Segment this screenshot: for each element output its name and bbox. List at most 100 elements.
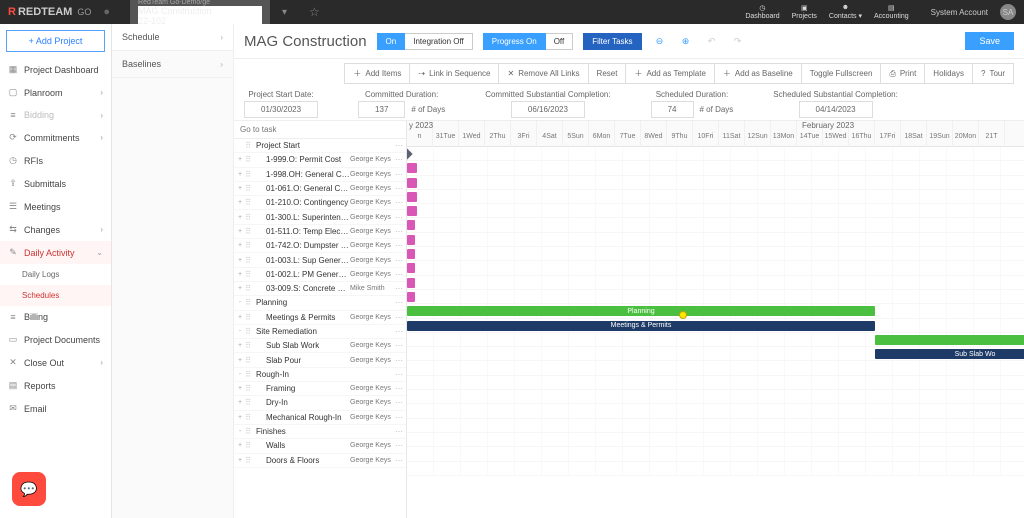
expand-icon[interactable]: + [236, 271, 244, 278]
drag-icon[interactable]: ⠿ [244, 241, 252, 250]
more-icon[interactable]: ⋯ [394, 356, 404, 365]
more-icon[interactable]: ⋯ [394, 213, 404, 222]
task-row[interactable]: -⠿Planning⋯ [234, 296, 406, 310]
task-row[interactable]: ⠿Project Start⋯ [234, 139, 406, 153]
expand-icon[interactable]: - [236, 328, 244, 335]
task-row[interactable]: +⠿Doors & FloorsGeorge Keys⋯ [234, 454, 406, 468]
start-date-value[interactable]: 01/30/2023 [244, 101, 318, 118]
expand-icon[interactable]: - [236, 371, 244, 378]
avatar[interactable]: SA [1000, 4, 1016, 20]
drag-icon[interactable]: ⠿ [244, 270, 252, 279]
drag-icon[interactable]: ⠿ [244, 456, 252, 465]
more-icon[interactable]: ⋯ [394, 441, 404, 450]
more-icon[interactable]: ⋯ [394, 413, 404, 422]
topnav-projects[interactable]: ▣Projects [792, 4, 817, 20]
expand-icon[interactable]: + [236, 242, 244, 249]
gantt-bar[interactable] [407, 263, 415, 273]
task-row[interactable]: +⠿Mechanical Rough-InGeorge Keys⋯ [234, 411, 406, 425]
nav-item-reports[interactable]: ▤Reports [0, 374, 111, 397]
nav-item-daily-activity[interactable]: ✎Daily Activity⌄ [0, 241, 111, 264]
expand-icon[interactable]: + [236, 185, 244, 192]
task-row[interactable]: +⠿FramingGeorge Keys⋯ [234, 382, 406, 396]
redo-icon[interactable]: ↷ [730, 33, 746, 49]
gantt-row[interactable] [407, 433, 1024, 447]
undo-icon[interactable]: ↶ [704, 33, 720, 49]
gantt-row[interactable] [407, 290, 1024, 304]
gantt-row[interactable] [407, 376, 1024, 390]
more-icon[interactable]: ⋯ [394, 155, 404, 164]
more-icon[interactable]: ⋯ [394, 227, 404, 236]
nav-item-daily-logs[interactable]: Daily Logs [0, 264, 111, 285]
drag-icon[interactable]: ⠿ [244, 398, 252, 407]
panel-schedule[interactable]: Schedule › [112, 24, 233, 51]
hscroll[interactable] [234, 508, 406, 518]
nav-item-billing[interactable]: ≡Billing [0, 306, 111, 328]
drag-icon[interactable]: ⠿ [244, 170, 252, 179]
nav-item-planroom[interactable]: ▢Planroom› [0, 81, 111, 104]
more-icon[interactable]: ⋯ [394, 198, 404, 207]
task-row[interactable]: +⠿Dry-InGeorge Keys⋯ [234, 396, 406, 410]
goto-task-input[interactable] [234, 121, 406, 138]
gantt-row[interactable] [407, 204, 1024, 218]
gantt-row[interactable] [407, 261, 1024, 275]
drag-icon[interactable]: ⠿ [244, 427, 252, 436]
task-row[interactable]: +⠿01-300.L: SuperintendentGeorge Keys⋯ [234, 210, 406, 224]
more-icon[interactable]: ⋯ [394, 284, 404, 293]
task-row[interactable]: -⠿Finishes⋯ [234, 425, 406, 439]
task-row[interactable]: +⠿01-003.L: Sup General CostGeorge Keys⋯ [234, 253, 406, 267]
expand-icon[interactable]: + [236, 171, 244, 178]
task-row[interactable]: -⠿Rough-In⋯ [234, 368, 406, 382]
integration-on-button[interactable]: On [377, 33, 406, 50]
gantt-row[interactable] [407, 276, 1024, 290]
topnav-accounting[interactable]: ▤Accounting [874, 4, 909, 20]
expand-icon[interactable]: + [236, 156, 244, 163]
task-row[interactable]: +⠿Sub Slab WorkGeorge Keys⋯ [234, 339, 406, 353]
expand-icon[interactable]: + [236, 199, 244, 206]
gantt-row[interactable] [407, 404, 1024, 418]
expand-icon[interactable]: + [236, 385, 244, 392]
add-project-button[interactable]: + Add Project [6, 30, 105, 52]
expand-icon[interactable]: + [236, 342, 244, 349]
csc-value[interactable]: 06/16/2023 [511, 101, 585, 118]
drag-icon[interactable]: ⠿ [244, 227, 252, 236]
topnav-contacts[interactable]: ☻Contacts ▾ [829, 4, 862, 20]
nav-item-changes[interactable]: ⇆Changes› [0, 218, 111, 241]
ssc-value[interactable]: 04/14/2023 [799, 101, 873, 118]
task-row[interactable]: +⠿01-210.O: ContingencyGeorge Keys⋯ [234, 196, 406, 210]
expand-icon[interactable]: + [236, 399, 244, 406]
filter-tasks-button[interactable]: Filter Tasks [583, 33, 641, 50]
gantt-row[interactable]: Planning [407, 304, 1024, 318]
gantt-row[interactable] [407, 447, 1024, 461]
drag-icon[interactable]: ⠿ [244, 313, 252, 322]
more-icon[interactable]: ⋯ [394, 327, 404, 336]
zoom-out-icon[interactable]: ⊖ [652, 33, 668, 49]
zoom-in-icon[interactable]: ⊕ [678, 33, 694, 49]
tour-button[interactable]: ?Tour [972, 63, 1014, 84]
gantt-bar[interactable] [407, 278, 415, 288]
drag-icon[interactable]: ⠿ [244, 256, 252, 265]
gantt-row[interactable] [407, 333, 1024, 347]
remove-links-button[interactable]: ✕Remove All Links [498, 63, 588, 84]
gantt-row[interactable] [407, 190, 1024, 204]
drag-icon[interactable]: ⠿ [244, 284, 252, 293]
toggle-fullscreen-button[interactable]: Toggle Fullscreen [801, 63, 882, 84]
drag-icon[interactable]: ⠿ [244, 441, 252, 450]
task-row[interactable]: +⠿01-061.O: General CostsGeorge Keys⋯ [234, 182, 406, 196]
drag-icon[interactable]: ⠿ [244, 341, 252, 350]
drag-icon[interactable]: ⠿ [244, 370, 252, 379]
nav-item-meetings[interactable]: ☰Meetings [0, 195, 111, 218]
drag-icon[interactable]: ⠿ [244, 384, 252, 393]
task-row[interactable]: +⠿WallsGeorge Keys⋯ [234, 439, 406, 453]
committed-days-value[interactable]: 137 [358, 101, 405, 118]
gantt-bar[interactable] [407, 220, 415, 230]
gantt-bar[interactable]: Planning [407, 306, 875, 316]
expand-icon[interactable]: + [236, 457, 244, 464]
drag-icon[interactable]: ⠿ [244, 213, 252, 222]
gantt-row[interactable] [407, 419, 1024, 433]
task-row[interactable]: +⠿01-002.L: PM General CostGeorge Keys⋯ [234, 268, 406, 282]
expand-icon[interactable]: - [236, 299, 244, 306]
expand-icon[interactable]: + [236, 442, 244, 449]
task-row[interactable]: -⠿Site Remediation⋯ [234, 325, 406, 339]
nav-item-rfis[interactable]: ◷RFIs [0, 149, 111, 172]
gantt-row[interactable] [407, 390, 1024, 404]
